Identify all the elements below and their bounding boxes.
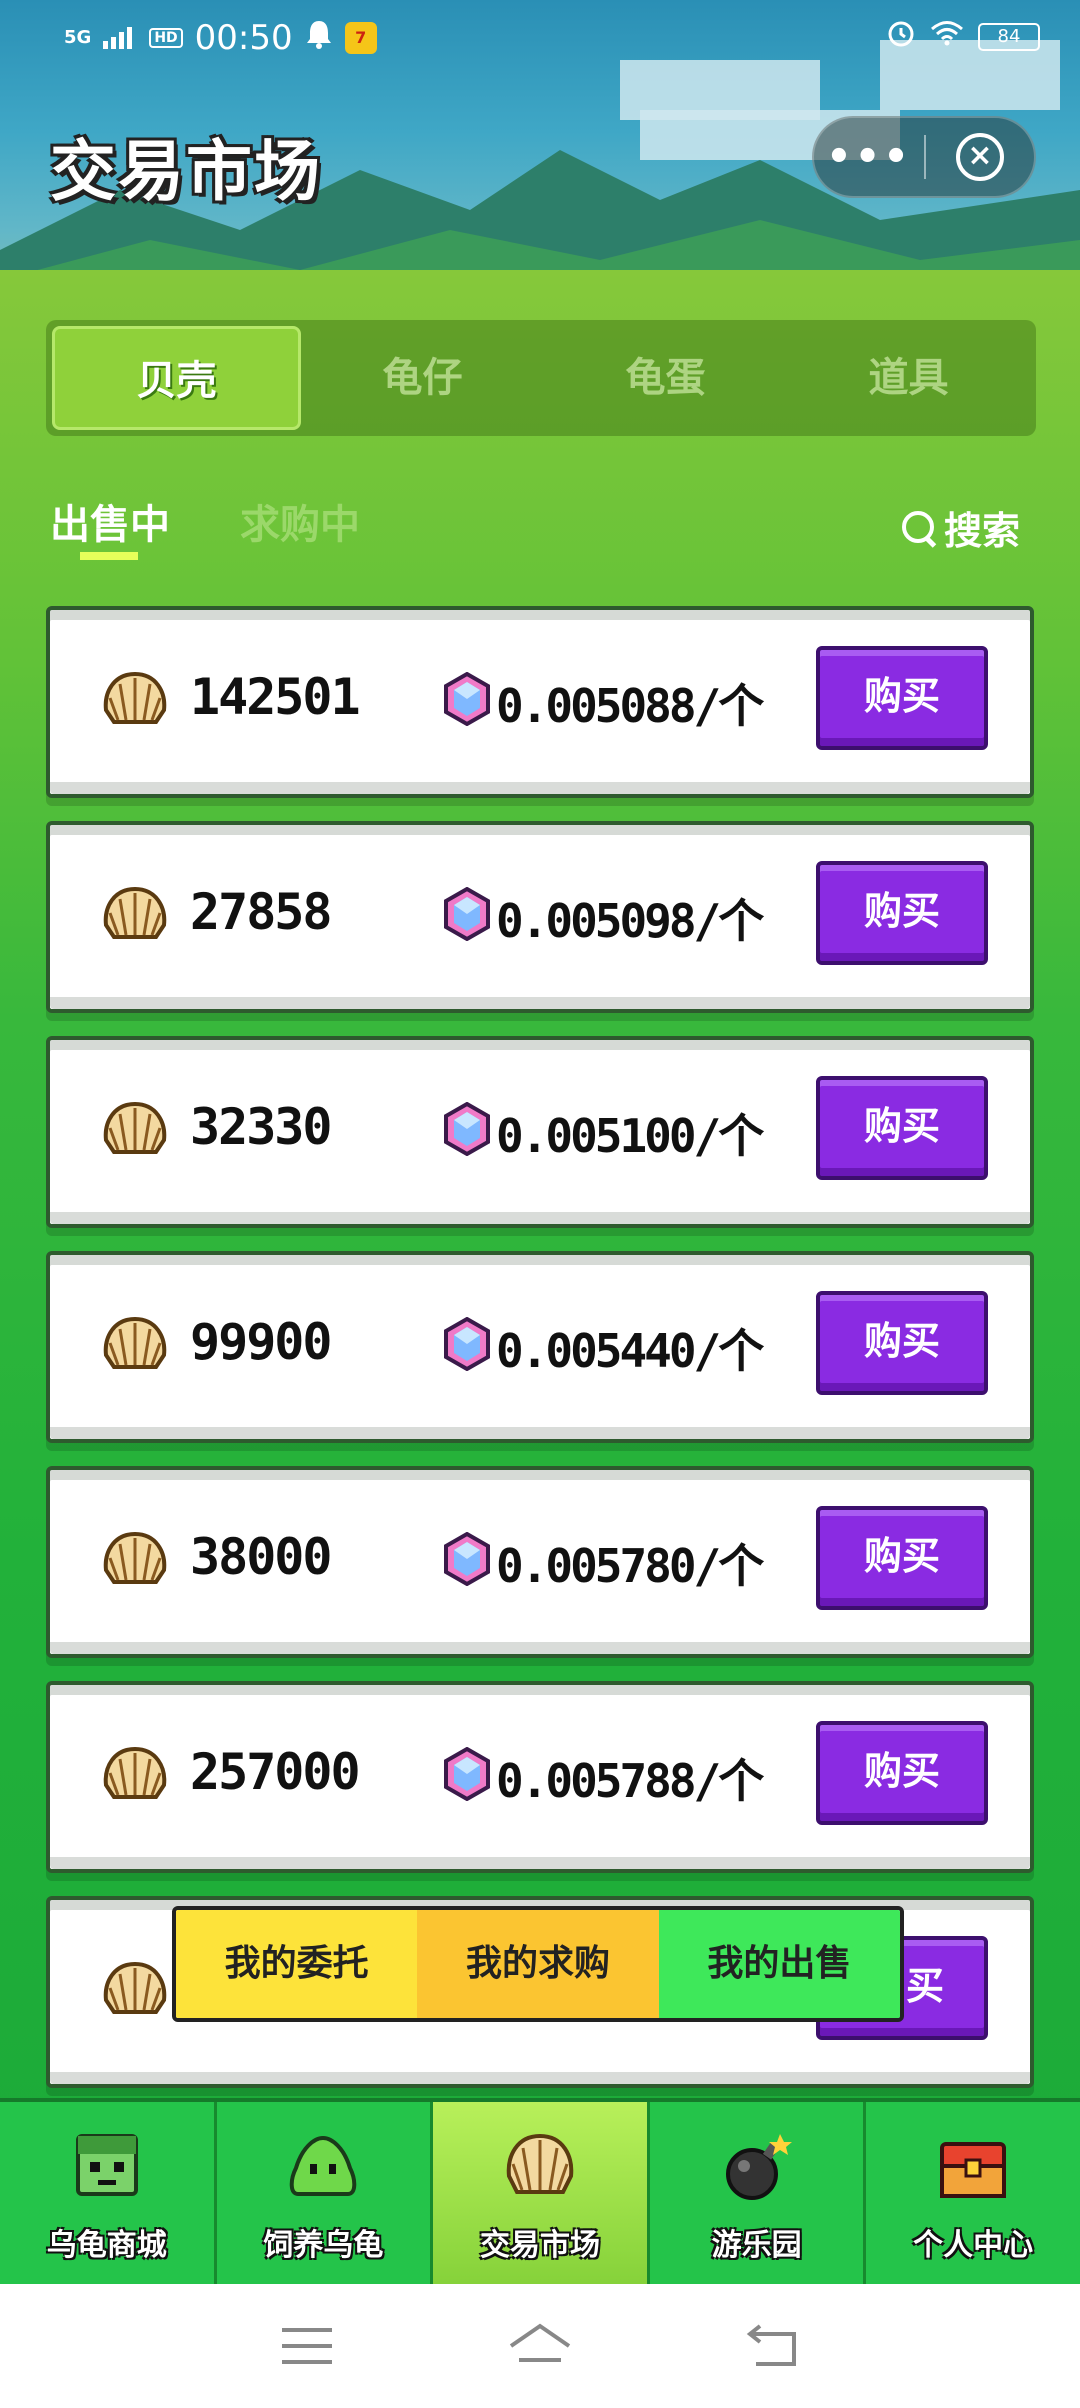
quantity: 27858 bbox=[190, 883, 333, 941]
category-tabs: 贝壳 龟仔 龟蛋 道具 bbox=[46, 320, 1036, 436]
nav-label: 乌龟商城 bbox=[46, 2228, 167, 2263]
nav-label: 游乐园 bbox=[711, 2228, 802, 2263]
close-icon: × bbox=[955, 133, 1004, 181]
tab-egg[interactable]: 龟蛋 bbox=[544, 326, 787, 430]
green-slime-icon bbox=[290, 2135, 357, 2196]
quantity: 32330 bbox=[190, 1098, 333, 1156]
gem-icon bbox=[444, 1747, 490, 1801]
buy-button[interactable]: 购买 bbox=[816, 1506, 988, 1610]
page-title: 交易市场 bbox=[50, 133, 322, 210]
list-item: 32330 0.005100/个 购买 bbox=[46, 1036, 1034, 1228]
nav-profile[interactable]: 个人中心 bbox=[866, 2102, 1080, 2284]
search-label: 搜索 bbox=[944, 509, 1021, 553]
unit-price: 0.005788/个 bbox=[496, 1754, 764, 1808]
turtle-face-icon bbox=[75, 2134, 138, 2196]
list-item: 27858 0.005098/个 购买 bbox=[46, 821, 1034, 1013]
quantity: 257000 bbox=[190, 1743, 361, 1801]
game-app-icon: 7 bbox=[344, 22, 377, 54]
shell-icon bbox=[103, 886, 167, 939]
unit-price: 0.005100/个 bbox=[496, 1109, 764, 1163]
signal-icon bbox=[103, 18, 137, 58]
gem-icon bbox=[444, 1317, 490, 1371]
quantity: 142501 bbox=[190, 668, 361, 726]
shell-icon bbox=[103, 1746, 167, 1799]
active-tab-indicator bbox=[80, 552, 138, 560]
status-bar: 5G HD 00:50 7 84 bbox=[0, 0, 1080, 80]
shell-icon bbox=[506, 2133, 574, 2194]
battery-indicator: 84 bbox=[978, 22, 1040, 51]
shell-icon bbox=[103, 1101, 167, 1154]
more-options-icon[interactable]: ••• bbox=[814, 137, 924, 177]
wifi-icon bbox=[930, 20, 964, 53]
nav-trade-market[interactable]: 交易市场 bbox=[433, 2102, 650, 2284]
shell-icon bbox=[103, 671, 167, 724]
alarm-icon bbox=[886, 18, 916, 55]
search-button[interactable]: 搜索 bbox=[900, 500, 1020, 555]
tab-turtle[interactable]: 龟仔 bbox=[301, 326, 544, 430]
list-item: 99900 0.005440/个 购买 bbox=[46, 1251, 1034, 1443]
nav-label: 交易市场 bbox=[479, 2228, 600, 2263]
gem-icon bbox=[444, 887, 490, 941]
unit-price: 0.005098/个 bbox=[496, 894, 764, 948]
gem-icon bbox=[444, 1102, 490, 1156]
my-purchase-requests-button[interactable]: 我的求购 bbox=[417, 1910, 659, 2018]
list-item: 38000 0.005780/个 购买 bbox=[46, 1466, 1034, 1658]
buy-button[interactable]: 购买 bbox=[816, 1076, 988, 1180]
system-navigation-bar bbox=[0, 2284, 1080, 2408]
buy-button[interactable]: 购买 bbox=[816, 1721, 988, 1825]
unit-price: 0.005780/个 bbox=[496, 1539, 764, 1593]
my-orders-bar: 我的委托 我的求购 我的出售 bbox=[172, 1906, 904, 2022]
unit-price: 0.005088/个 bbox=[496, 679, 764, 733]
tab-shell[interactable]: 贝壳 bbox=[52, 326, 301, 430]
clock: 00:50 bbox=[194, 18, 293, 58]
search-icon bbox=[900, 509, 938, 547]
tab-items[interactable]: 道具 bbox=[787, 326, 1030, 430]
buy-button[interactable]: 购买 bbox=[816, 861, 988, 965]
buy-button[interactable]: 购买 bbox=[816, 1291, 988, 1395]
shell-icon bbox=[103, 1531, 167, 1584]
nav-raise-turtle[interactable]: 饲养乌龟 bbox=[217, 2102, 434, 2284]
notification-bell-icon bbox=[305, 18, 333, 58]
tab-selling[interactable]: 出售中 bbox=[50, 492, 170, 550]
nav-label: 饲养乌龟 bbox=[263, 2228, 384, 2263]
gem-icon bbox=[444, 1532, 490, 1586]
hd-badge: HD bbox=[149, 28, 183, 48]
listing-list: 142501 0.005088/个 购买 27858 0.005098/个 购买… bbox=[46, 606, 1034, 2111]
menu-icon[interactable] bbox=[272, 2316, 342, 2376]
buy-button[interactable]: 购买 bbox=[816, 646, 988, 750]
gem-icon bbox=[444, 672, 490, 726]
back-icon[interactable] bbox=[738, 2316, 808, 2376]
nav-amusement-park[interactable]: 游乐园 bbox=[650, 2102, 867, 2284]
bottom-nav: 乌龟商城 饲养乌龟 交易市场 游乐园 个人中心 bbox=[0, 2098, 1080, 2284]
bomb-icon bbox=[725, 2134, 792, 2200]
tab-buying[interactable]: 求购中 bbox=[240, 492, 360, 550]
home-icon[interactable] bbox=[505, 2316, 575, 2376]
nav-label: 个人中心 bbox=[913, 2228, 1034, 2263]
mini-program-capsule: ••• × bbox=[812, 116, 1036, 198]
my-sales-button[interactable]: 我的出售 bbox=[658, 1910, 900, 2018]
quantity: 38000 bbox=[190, 1528, 333, 1586]
shell-icon bbox=[103, 1961, 167, 2014]
shell-icon bbox=[103, 1316, 167, 1369]
unit-price: 0.005440/个 bbox=[496, 1324, 764, 1378]
my-commissions-button[interactable]: 我的委托 bbox=[176, 1910, 418, 2018]
quantity: 99900 bbox=[190, 1313, 333, 1371]
network-indicator: 5G bbox=[64, 27, 92, 48]
close-button[interactable]: × bbox=[926, 133, 1034, 181]
list-item: 142501 0.005088/个 购买 bbox=[46, 606, 1034, 798]
nav-turtle-shop[interactable]: 乌龟商城 bbox=[0, 2102, 217, 2284]
treasure-chest-icon bbox=[940, 2142, 1007, 2198]
list-item: 257000 0.005788/个 购买 bbox=[46, 1681, 1034, 1873]
